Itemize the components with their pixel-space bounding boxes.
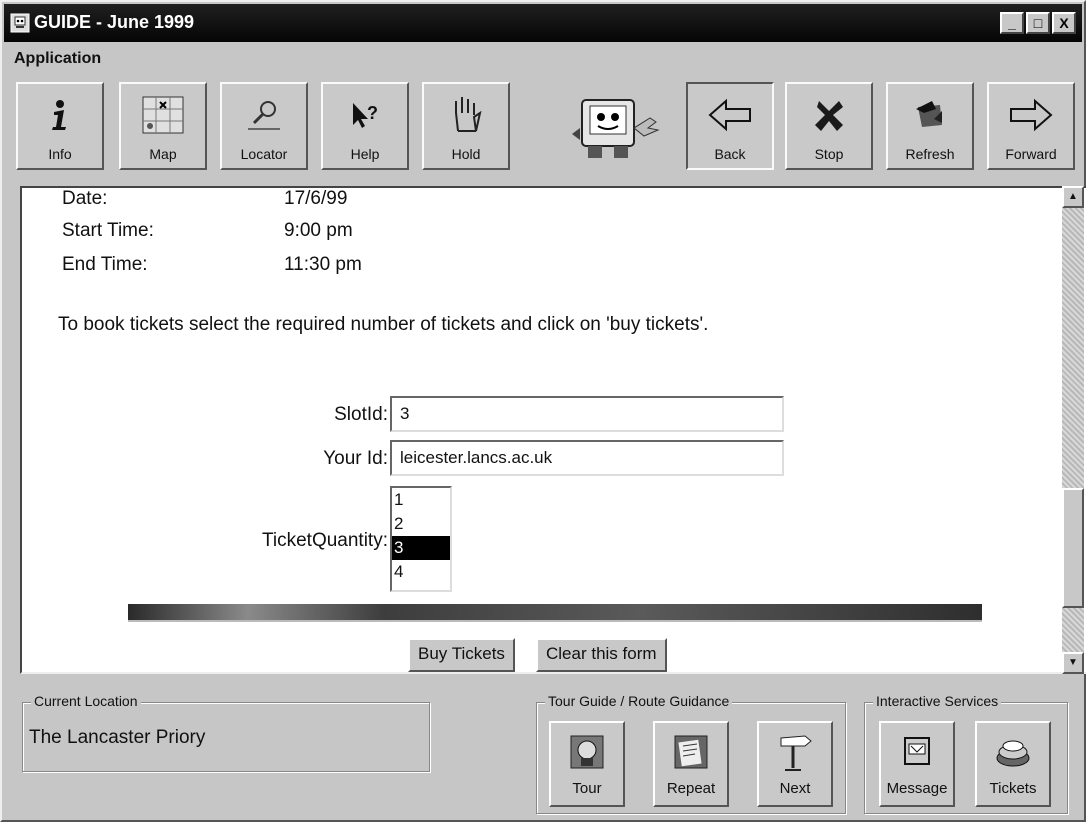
repeat-notes-icon <box>655 729 727 775</box>
ticket-quantity-label: TicketQuantity: <box>261 530 388 551</box>
quantity-option-4[interactable]: 4 <box>392 560 450 584</box>
help-label: Help <box>350 146 380 162</box>
date-value: 17/6/99 <box>284 188 348 209</box>
menu-bar: Application <box>14 50 101 68</box>
next-button[interactable]: Next <box>757 721 833 807</box>
scroll-down-arrow-icon[interactable]: ▼ <box>1062 652 1084 674</box>
tour-label: Tour <box>572 780 602 797</box>
tour-button[interactable]: Tour <box>549 721 625 807</box>
slot-id-input[interactable]: 3 <box>390 396 784 432</box>
tour-guide-title: Tour Guide / Route Guidance <box>545 693 733 709</box>
back-label: Back <box>714 146 746 162</box>
info-label: Info <box>48 146 72 162</box>
ticket-quantity-list[interactable]: 1 2 3 4 <box>390 486 452 592</box>
title-bar: GUIDE - June 1999 _ □ X <box>4 4 1082 42</box>
close-button[interactable]: X <box>1052 12 1076 34</box>
quantity-option-2[interactable]: 2 <box>392 512 450 536</box>
current-location-title: Current Location <box>31 693 141 709</box>
clear-form-button[interactable]: Clear this form <box>536 638 667 672</box>
info-button[interactable]: Info <box>16 82 104 170</box>
signpost-icon <box>759 729 831 775</box>
instructions-text: To book tickets select the required numb… <box>58 314 709 335</box>
arrow-left-icon <box>688 90 772 140</box>
interactive-services-title: Interactive Services <box>873 693 1002 709</box>
current-location-value: The Lancaster Priory <box>29 727 206 748</box>
magnifier-icon <box>222 90 306 140</box>
slot-id-label: SlotId: <box>334 404 388 425</box>
map-label: Map <box>149 146 177 162</box>
content-pane: Date: 17/6/99 Start Time: 9:00 pm End Ti… <box>20 186 1086 674</box>
end-time-label: End Time: <box>62 254 148 275</box>
info-icon <box>18 90 102 140</box>
back-button[interactable]: Back <box>686 82 774 170</box>
scroll-up-arrow-icon[interactable]: ▲ <box>1062 186 1084 208</box>
svg-text:?: ? <box>367 103 378 123</box>
stop-button[interactable]: Stop <box>785 82 873 170</box>
next-label: Next <box>779 780 811 797</box>
hold-label: Hold <box>451 146 481 162</box>
refresh-icon <box>888 90 972 140</box>
divider-bar <box>128 604 982 622</box>
locator-label: Locator <box>240 146 288 162</box>
buy-tickets-button[interactable]: Buy Tickets <box>408 638 515 672</box>
locator-button[interactable]: Locator <box>220 82 308 170</box>
toolbar: Info Map Locator ? Help Hold Back Stop R… <box>2 76 1086 186</box>
start-time-label: Start Time: <box>62 220 154 241</box>
main-window: GUIDE - June 1999 _ □ X Application Info… <box>0 0 1086 822</box>
map-icon <box>121 90 205 140</box>
date-label: Date: <box>62 188 108 209</box>
window-title: GUIDE - June 1999 <box>34 12 195 32</box>
minimize-button[interactable]: _ <box>1000 12 1024 34</box>
menu-application[interactable]: Application <box>14 50 101 67</box>
tickets-reel-icon <box>977 729 1049 775</box>
forward-label: Forward <box>1005 146 1057 162</box>
tickets-button[interactable]: Tickets <box>975 721 1051 807</box>
quantity-option-3[interactable]: 3 <box>392 536 450 560</box>
refresh-button[interactable]: Refresh <box>886 82 974 170</box>
message-label: Message <box>886 780 948 797</box>
arrow-right-icon <box>989 90 1073 140</box>
hold-button[interactable]: Hold <box>422 82 510 170</box>
end-time-value: 11:30 pm <box>284 254 362 275</box>
start-time-value: 9:00 pm <box>284 220 353 241</box>
interactive-services-group: Interactive Services Message Tickets <box>864 693 1068 814</box>
vertical-scrollbar[interactable]: ▲ ▼ <box>1062 186 1084 674</box>
message-button[interactable]: Message <box>879 721 955 807</box>
your-id-input[interactable]: leicester.lancs.ac.uk <box>390 440 784 476</box>
current-location-group: Current Location The Lancaster Priory <box>22 693 430 772</box>
repeat-button[interactable]: Repeat <box>653 721 729 807</box>
tickets-label: Tickets <box>989 780 1037 797</box>
app-icon <box>10 13 30 33</box>
maximize-button[interactable]: □ <box>1026 12 1050 34</box>
help-button[interactable]: ? Help <box>321 82 409 170</box>
stop-x-icon <box>787 90 871 140</box>
your-id-label: Your Id: <box>323 448 388 469</box>
hand-icon <box>424 90 508 140</box>
repeat-label: Repeat <box>666 780 716 797</box>
scroll-thumb[interactable] <box>1062 488 1084 608</box>
help-icon: ? <box>323 90 407 140</box>
map-button[interactable]: Map <box>119 82 207 170</box>
refresh-label: Refresh <box>905 146 955 162</box>
stop-label: Stop <box>814 146 844 162</box>
tour-guide-group: Tour Guide / Route Guidance Tour Repeat … <box>536 693 846 814</box>
forward-button[interactable]: Forward <box>987 82 1075 170</box>
quantity-option-1[interactable]: 1 <box>392 488 450 512</box>
guide-mascot-icon <box>572 99 660 158</box>
tour-guide-icon <box>551 729 623 775</box>
message-tv-icon <box>881 729 953 775</box>
